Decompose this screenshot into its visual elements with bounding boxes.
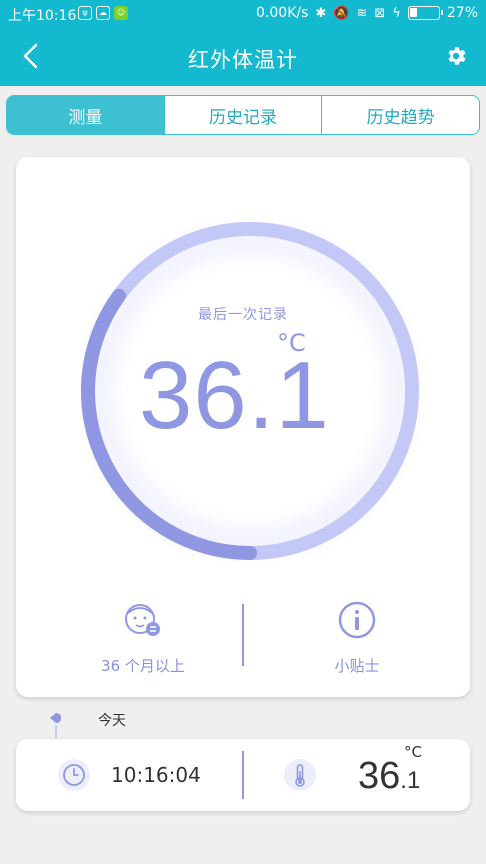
- info-icon: [338, 601, 376, 639]
- timeline-marker-icon: [50, 713, 61, 723]
- tips-button[interactable]: 小贴士: [292, 597, 422, 676]
- no-sim-icon: ⊠: [374, 5, 386, 21]
- status-time: 上午10:16: [8, 8, 77, 24]
- tips-label: 小贴士: [334, 657, 380, 675]
- thermometer-icon: [284, 759, 316, 791]
- battery-icon: [407, 6, 443, 20]
- clock-icon: [58, 759, 90, 791]
- android-icon: ☺: [114, 6, 128, 20]
- temperature-integer: 36: [139, 342, 248, 449]
- network-speed: 0.00K/s: [256, 5, 309, 21]
- tab-measure[interactable]: 测量: [7, 96, 164, 134]
- tab-history-records[interactable]: 历史记录: [163, 96, 322, 134]
- child-face-icon: [125, 604, 160, 636]
- usb-icon: ψ: [78, 6, 92, 20]
- record-time: 10:16:04: [111, 763, 201, 787]
- temperature-decimal: .1: [247, 342, 330, 449]
- card-divider: [242, 604, 244, 666]
- age-group-button[interactable]: 36 个月以上: [78, 597, 208, 676]
- status-bar: 上午10:16 ψ ☁ ☺ 0.00K/s ✱ 🔕 ≋ ⊠ ϟ 27%: [0, 0, 486, 28]
- charging-icon: ϟ: [392, 5, 401, 21]
- bluetooth-icon: ✱: [315, 5, 327, 21]
- last-record-caption: 最后一次记录: [198, 307, 288, 323]
- record-temperature-integer: 36: [358, 755, 401, 797]
- app-header: 上午10:16 ψ ☁ ☺ 0.00K/s ✱ 🔕 ≋ ⊠ ϟ 27% 红外体温…: [0, 0, 486, 86]
- history-day-label: 今天: [98, 713, 126, 729]
- battery-percent: 27%: [446, 5, 478, 21]
- record-temperature: 36.1: [358, 755, 420, 798]
- wifi-icon: ≋: [356, 5, 368, 21]
- age-group-label: 36 个月以上: [101, 657, 185, 675]
- history-record-row[interactable]: 10:16:04 °C 36.1: [16, 739, 470, 811]
- cloud-icon: ☁: [96, 6, 110, 20]
- tab-bar: 测量 历史记录 历史趋势: [6, 95, 480, 135]
- record-divider: [242, 751, 244, 799]
- page-title: 红外体温计: [188, 48, 298, 72]
- mute-icon: 🔕: [333, 5, 350, 21]
- status-right: 0.00K/s ✱ 🔕 ≋ ⊠ ϟ 27%: [256, 5, 478, 21]
- record-temperature-decimal: .1: [400, 767, 421, 794]
- temperature-value: 36.1: [139, 341, 330, 451]
- measurement-card: 最后一次记录 °C 36.1 36 个月以上 小贴士: [16, 157, 470, 697]
- tab-history-trend[interactable]: 历史趋势: [321, 96, 479, 134]
- notification-icons: ψ ☁ ☺: [78, 6, 128, 20]
- gear-icon[interactable]: [444, 44, 468, 68]
